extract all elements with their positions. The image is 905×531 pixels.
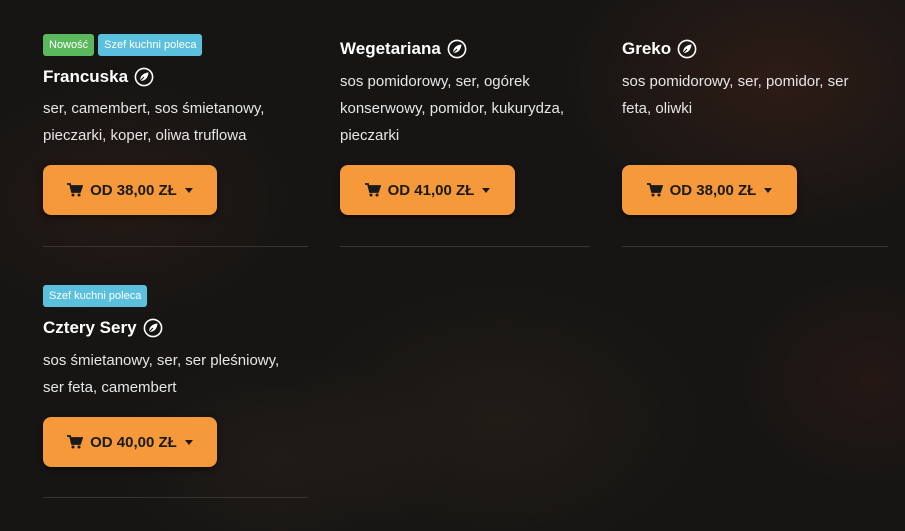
price-label: OD 40,00 ZŁ: [90, 433, 177, 451]
add-to-cart-button[interactable]: OD 38,00 ZŁ: [43, 165, 217, 215]
divider: [622, 246, 888, 247]
leaf-icon: [134, 67, 154, 87]
cart-icon: [364, 183, 381, 197]
description-line: feta, oliwki: [622, 100, 693, 117]
description-line: pieczarki, koper, oliwa truflowa: [43, 127, 247, 144]
price-label: OD 41,00 ZŁ: [387, 181, 475, 199]
add-to-cart-button[interactable]: OD 38,00 ZŁ: [622, 165, 797, 215]
divider: [43, 246, 308, 247]
chevron-down-icon: [482, 187, 491, 193]
product-title: Greko: [622, 39, 697, 59]
product-description: sos pomidorowy, ser, pomidor, ser feta, …: [622, 68, 848, 122]
product-name: Greko: [622, 39, 672, 58]
cart-icon: [67, 183, 84, 197]
chevron-down-icon: [764, 187, 773, 193]
add-to-cart-button[interactable]: OD 40,00 ZŁ: [43, 417, 217, 467]
description-line: sos śmietanowy, ser, ser pleśniowy,: [43, 352, 280, 369]
divider: [340, 246, 590, 247]
product-cztery-sery: Szef kuchni poleca Cztery Sery sos śmiet…: [43, 285, 308, 500]
badge-chef-recommends: Szef kuchni poleca: [98, 34, 203, 56]
description-line: ser, camembert, sos śmietanowy,: [43, 100, 265, 117]
product-title: Wegetariana: [340, 39, 467, 59]
product-name: Cztery Sery: [43, 318, 137, 337]
chevron-down-icon: [184, 439, 193, 445]
divider: [43, 497, 308, 498]
product-description: ser, camembert, sos śmietanowy, pieczark…: [43, 95, 264, 149]
cart-icon: [646, 183, 663, 197]
product-name: Wegetariana: [340, 39, 441, 58]
badge-chef-recommends: Szef kuchni poleca: [43, 285, 148, 307]
product-description: sos pomidorowy, ser, ogórek konserwowy, …: [340, 68, 564, 149]
product-wegetariana: Wegetariana sos pomidorowy, ser, ogórek …: [340, 34, 590, 249]
cart-icon: [67, 435, 84, 449]
description-line: konserwowy, pomidor, kukurydza,: [340, 100, 564, 117]
price-label: OD 38,00 ZŁ: [90, 181, 177, 199]
product-title: Cztery Sery: [43, 318, 163, 338]
badge-group: Szef kuchni poleca: [43, 285, 148, 307]
price-label: OD 38,00 ZŁ: [669, 181, 757, 199]
leaf-icon: [143, 318, 162, 338]
description-line: pieczarki: [340, 127, 400, 144]
add-to-cart-button[interactable]: OD 41,00 ZŁ: [340, 165, 515, 215]
description-line: sos pomidorowy, ser, pomidor, ser: [622, 73, 849, 90]
badge-new: Nowość: [43, 34, 95, 56]
description-line: ser feta, camembert: [43, 379, 177, 396]
product-name: Francuska: [43, 67, 129, 86]
product-description: sos śmietanowy, ser, ser pleśniowy, ser …: [43, 347, 279, 401]
description-line: sos pomidorowy, ser, ogórek: [340, 73, 530, 90]
badge-group: Nowość Szef kuchni poleca: [43, 34, 203, 56]
leaf-icon: [677, 39, 697, 59]
product-francuska: Nowość Szef kuchni poleca Francuska ser,…: [43, 34, 308, 249]
product-title: Francuska: [43, 67, 154, 87]
leaf-icon: [447, 39, 467, 59]
chevron-down-icon: [184, 187, 193, 193]
product-greko: Greko sos pomidorowy, ser, pomidor, ser …: [622, 34, 888, 249]
